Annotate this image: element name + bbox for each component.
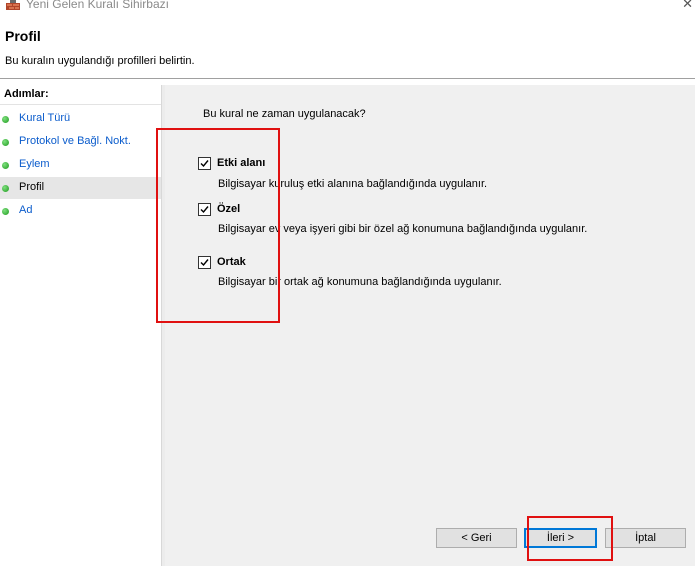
checkmark-icon <box>200 160 209 168</box>
content-panel: Bu kural ne zaman uygulanacak? Etki alan… <box>165 85 695 566</box>
private-description: Bilgisayar ev veya işyeri gibi bir özel … <box>218 223 588 235</box>
question-text: Bu kural ne zaman uygulanacak? <box>203 108 366 120</box>
public-checkbox[interactable] <box>198 256 211 269</box>
page-title: Profil <box>5 28 41 44</box>
cancel-button[interactable]: İptal <box>605 528 686 548</box>
steps-sidebar: Adımlar: Kural Türü Protokol ve Bağl. No… <box>0 85 161 566</box>
step-label: Protokol ve Bağl. Nokt. <box>19 135 131 147</box>
domain-checkbox[interactable] <box>198 157 211 170</box>
step-ad[interactable]: Ad <box>0 200 161 222</box>
step-label: Profil <box>19 181 45 193</box>
step-kural-turu[interactable]: Kural Türü <box>0 108 161 130</box>
step-status-icon <box>2 208 9 215</box>
domain-label[interactable]: Etki alanı <box>217 157 265 169</box>
domain-description: Bilgisayar kuruluş etki alanına bağlandı… <box>218 178 488 190</box>
checkmark-icon <box>200 259 209 267</box>
private-checkbox[interactable] <box>198 203 211 216</box>
private-label[interactable]: Özel <box>217 203 240 215</box>
step-status-icon <box>2 162 9 169</box>
wizard-header: Profil Bu kuralın uygulandığı profilleri… <box>0 14 695 78</box>
steps-heading-label: Adımlar: <box>4 88 49 100</box>
header-divider <box>0 78 695 79</box>
step-label: Ad <box>19 204 33 216</box>
close-icon[interactable]: ✕ <box>682 0 693 12</box>
public-description: Bilgisayar bir ortak ağ konumuna bağland… <box>218 276 502 288</box>
page-subtitle: Bu kuralın uygulandığı profilleri belirt… <box>5 55 195 67</box>
back-button[interactable]: < Geri <box>436 528 517 548</box>
step-status-icon <box>2 139 9 146</box>
window-title: Yeni Gelen Kuralı Sihirbazı <box>26 0 169 11</box>
step-status-icon <box>2 185 9 192</box>
step-eylem[interactable]: Eylem <box>0 154 161 176</box>
steps-heading: Adımlar: <box>0 85 161 105</box>
step-label: Kural Türü <box>19 112 71 124</box>
public-label[interactable]: Ortak <box>217 256 246 268</box>
title-bar: Yeni Gelen Kuralı Sihirbazı ✕ <box>0 0 695 14</box>
step-profil[interactable]: Profil <box>0 177 161 199</box>
firewall-icon <box>6 0 20 10</box>
step-label: Eylem <box>19 158 50 170</box>
next-button[interactable]: İleri > <box>524 528 597 548</box>
checkmark-icon <box>200 206 209 214</box>
step-status-icon <box>2 116 9 123</box>
step-protokol[interactable]: Protokol ve Bağl. Nokt. <box>0 131 161 153</box>
